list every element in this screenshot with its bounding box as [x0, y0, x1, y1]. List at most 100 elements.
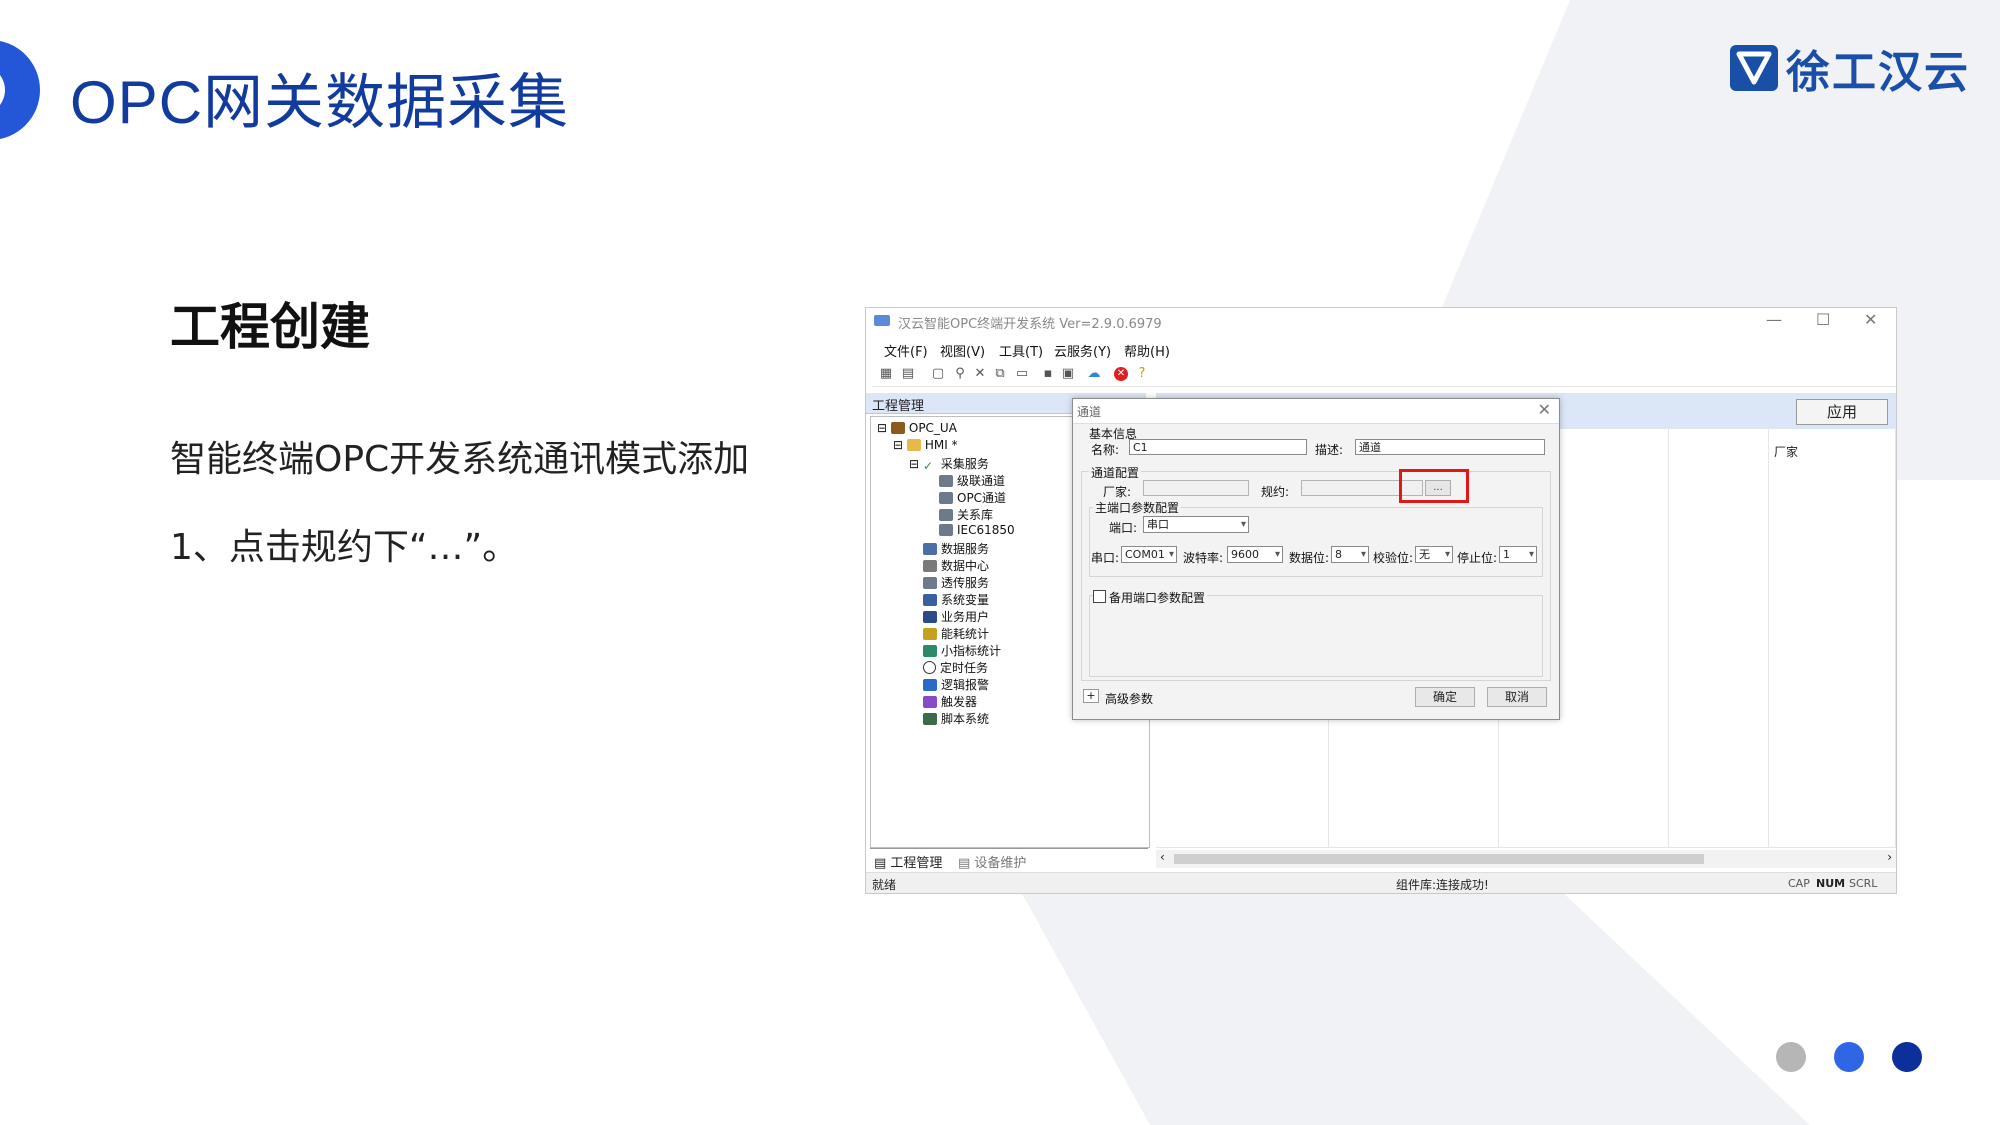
horizontal-scrollbar[interactable]: ‹ ›	[1156, 850, 1896, 868]
new-file-icon[interactable]: ▢	[930, 366, 946, 382]
folder-icon	[906, 439, 921, 451]
alarm-icon	[923, 679, 937, 691]
menu-view[interactable]: 视图(V)	[940, 341, 985, 360]
section-title: 工程创建	[170, 298, 370, 356]
tree-node-relational-db[interactable]: 关系库	[939, 506, 993, 523]
scroll-left-icon[interactable]: ‹	[1160, 850, 1165, 864]
window-titlebar: 汉云智能OPC终端开发系统 Ver=2.9.0.6979 — ☐ ✕	[866, 308, 1896, 334]
expand-advanced-button[interactable]: +	[1083, 689, 1099, 703]
close-button[interactable]: ✕	[1864, 310, 1877, 329]
new-project-icon[interactable]: ▦	[878, 366, 894, 382]
tree-node-hmi[interactable]: ⊟ HMI *	[893, 438, 958, 452]
description-paragraph: 智能终端OPC开发系统通讯模式添加	[170, 439, 750, 480]
highlight-box	[1399, 469, 1469, 503]
stop-icon[interactable]: ✕	[1114, 367, 1128, 381]
company-logo: 徐工汉云	[1730, 36, 1970, 100]
tab-device-maintenance[interactable]: ▤ 设备维护	[958, 852, 1026, 871]
description-input[interactable]: 通道	[1355, 439, 1545, 455]
menu-help[interactable]: 帮助(H)	[1124, 341, 1170, 360]
save-all-icon[interactable]: ▣	[1060, 366, 1076, 382]
vendor-label: 厂家:	[1103, 485, 1132, 499]
chevron-down-icon: ▾	[1168, 549, 1174, 560]
tree-node-data-service[interactable]: 数据服务	[923, 540, 989, 557]
copy-icon[interactable]: ⧉	[992, 366, 1008, 382]
open-folder-icon[interactable]: ▭	[1014, 366, 1030, 382]
save-icon[interactable]: ▪	[1040, 366, 1056, 382]
parity-label: 校验位:	[1373, 551, 1414, 565]
channel-icon	[939, 524, 953, 536]
tree-node-energy-stats[interactable]: 能耗统计	[923, 625, 989, 642]
stopbits-label: 停止位:	[1457, 551, 1498, 565]
menu-tools[interactable]: 工具(T)	[999, 341, 1043, 360]
chevron-down-icon: ▾	[1528, 549, 1534, 560]
tree-node-system-vars[interactable]: 系统变量	[923, 591, 989, 608]
indicator-icon	[923, 645, 937, 657]
protocol-label: 规约:	[1261, 485, 1290, 499]
baud-select[interactable]: 9600 ▾	[1227, 546, 1283, 563]
tree-node-scheduled-tasks[interactable]: 定时任务	[923, 659, 988, 676]
channel-icon	[939, 475, 953, 487]
tree-node-script-system[interactable]: 脚本系统	[923, 710, 989, 727]
dialog-close-icon[interactable]: ✕	[1538, 400, 1551, 419]
status-bar: 就绪 组件库:连接成功! CAP NUM SCRL	[866, 872, 1896, 893]
vendor-input[interactable]	[1143, 480, 1249, 496]
name-label: 名称:	[1091, 443, 1120, 457]
tree-node-data-center[interactable]: 数据中心	[923, 557, 989, 574]
tree-node-indicator-stats[interactable]: 小指标统计	[923, 642, 1001, 659]
toolbar: ▦ ▤ ▢ ⚲ ✕ ⧉ ▭ ▪ ▣ ☁ ✕ ?	[872, 364, 1896, 387]
page-title: OPC网关数据采集	[70, 69, 570, 136]
tree-node-logic-alarm[interactable]: 逻辑报警	[923, 676, 989, 693]
tree-node-iec61850[interactable]: IEC61850	[939, 523, 1015, 537]
tab-project-management[interactable]: ▤ 工程管理	[874, 852, 942, 871]
tree-node-root[interactable]: ⊟ OPC_UA	[877, 421, 957, 435]
menu-bar: 文件(F) 视图(V) 工具(T) 云服务(Y) 帮助(H)	[866, 338, 1896, 360]
check-icon: ✓	[922, 459, 933, 473]
pagination-dot-3	[1892, 1042, 1922, 1072]
cancel-button[interactable]: 取消	[1487, 687, 1547, 707]
backup-port-frame	[1089, 595, 1543, 677]
channel-config-label: 通道配置	[1089, 464, 1142, 481]
name-input[interactable]: C1	[1129, 439, 1307, 455]
pagination-dot-2	[1834, 1042, 1864, 1072]
status-component-library: 组件库:连接成功!	[1396, 878, 1489, 892]
serial-label: 串口:	[1091, 551, 1120, 565]
tree-node-trigger[interactable]: 触发器	[923, 693, 977, 710]
scrollbar-thumb[interactable]	[1174, 854, 1704, 864]
delete-icon[interactable]: ✕	[972, 366, 988, 382]
ok-button[interactable]: 确定	[1415, 687, 1475, 707]
minimize-button[interactable]: —	[1766, 310, 1782, 329]
energy-icon	[923, 628, 937, 640]
port-label: 端口:	[1109, 521, 1138, 535]
menu-cloud[interactable]: 云服务(Y)	[1054, 341, 1111, 360]
maximize-button[interactable]: ☐	[1816, 310, 1830, 329]
tree-node-opc-channel[interactable]: OPC通道	[939, 489, 1006, 506]
pagination-dot-1	[1776, 1042, 1806, 1072]
parity-select[interactable]: 无 ▾	[1415, 546, 1453, 563]
baud-label: 波特率:	[1183, 551, 1224, 565]
find-icon[interactable]: ⚲	[952, 366, 968, 382]
status-ready: 就绪	[872, 878, 897, 892]
menu-file[interactable]: 文件(F)	[884, 341, 928, 360]
apply-button[interactable]: 应用	[1796, 399, 1888, 425]
variables-icon	[923, 594, 937, 606]
help-icon[interactable]: ?	[1134, 366, 1150, 382]
app-icon	[874, 315, 890, 326]
users-icon	[923, 611, 937, 623]
chevron-down-icon: ▾	[1444, 549, 1450, 560]
databits-select[interactable]: 8 ▾	[1331, 546, 1369, 563]
tree-node-cascade-channel[interactable]: 级联通道	[939, 472, 1005, 489]
tree-node-collect[interactable]: ⊟ ✓ 采集服务	[909, 455, 989, 473]
scroll-right-icon[interactable]: ›	[1887, 850, 1892, 864]
backup-port-config-label: 备用端口参数配置	[1107, 589, 1208, 606]
port-select[interactable]: 串口 ▾	[1143, 516, 1249, 533]
cloud-icon[interactable]: ☁	[1086, 366, 1102, 382]
stopbits-select[interactable]: 1 ▾	[1499, 546, 1537, 563]
open-project-icon[interactable]: ▤	[900, 366, 916, 382]
backup-port-checkbox[interactable]	[1093, 590, 1106, 603]
window-title: 汉云智能OPC终端开发系统 Ver=2.9.0.6979	[898, 317, 1162, 332]
data-center-icon	[923, 560, 937, 572]
bottom-tabs: ▤ 工程管理 ▤ 设备维护	[870, 848, 1148, 871]
tree-node-business-users[interactable]: 业务用户	[923, 608, 989, 625]
tree-node-passthrough[interactable]: 透传服务	[923, 574, 989, 591]
serial-select[interactable]: COM01 ▾	[1121, 546, 1177, 563]
